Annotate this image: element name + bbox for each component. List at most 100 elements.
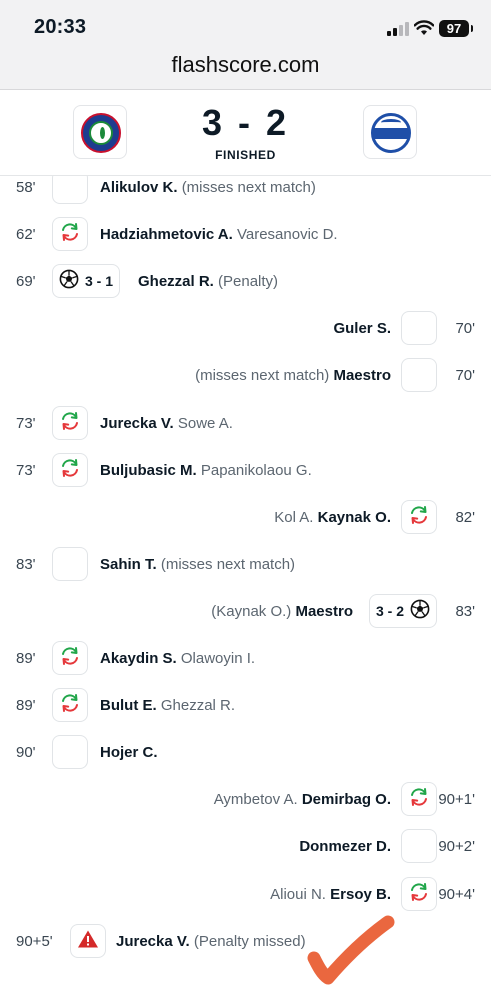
- event-text: Sahin T. (misses next match): [100, 556, 295, 573]
- event-minute: 89': [16, 697, 36, 715]
- check-mark-icon: [307, 915, 395, 985]
- event-text: Donmezer D.: [299, 838, 391, 855]
- event-icon-box[interactable]: [52, 735, 88, 770]
- player-name[interactable]: Guler S.: [333, 320, 391, 337]
- substitution-icon: [59, 410, 81, 436]
- event-minute: 90+1': [438, 791, 475, 809]
- event-row[interactable]: 83' Sahin T. (misses next match): [0, 541, 491, 588]
- event-row[interactable]: 90+5' Jurecka V. (Penalty missed): [0, 918, 491, 965]
- event-detail: Aymbetov A.: [213, 791, 298, 809]
- event-detail: (Penalty missed): [193, 932, 306, 950]
- player-name[interactable]: Jurecka V.: [116, 933, 190, 950]
- event-row[interactable]: 82' Kol A. Kaynak O.: [0, 494, 491, 541]
- event-row[interactable]: 90+4' Alioui N. Ersoy B.: [0, 871, 491, 918]
- event-minute: 82': [455, 508, 475, 526]
- player-name[interactable]: Kaynak O.: [318, 509, 391, 526]
- event-minute: 89': [16, 650, 36, 667]
- event-row[interactable]: 90+1' Aymbetov A. Demirbag O.: [0, 776, 491, 823]
- event-minute: 83': [16, 555, 36, 573]
- event-row[interactable]: 73' Buljubasic M. Papanikolaou G.: [0, 447, 491, 494]
- event-minute: 70': [455, 320, 475, 338]
- event-row[interactable]: 73' Jurecka V. Sowe A.: [0, 400, 491, 447]
- event-icon-box[interactable]: [401, 876, 437, 911]
- substitution-icon: [59, 645, 81, 671]
- event-icon-box[interactable]: [52, 641, 88, 675]
- player-name[interactable]: Ghezzal R.: [138, 273, 214, 290]
- warning-icon: [77, 929, 99, 953]
- event-text: Ghezzal R. (Penalty): [138, 273, 278, 290]
- player-name[interactable]: Buljubasic M.: [100, 462, 197, 479]
- event-minute: 73': [16, 461, 36, 479]
- player-name[interactable]: Hadziahmetovic A.: [100, 226, 233, 243]
- event-minute: 62': [16, 226, 36, 244]
- event-row[interactable]: 89' Akaydin S. Olawoyin I.: [0, 635, 491, 682]
- event-icon-box[interactable]: [52, 405, 88, 440]
- event-icon-box[interactable]: [52, 688, 88, 723]
- event-icon-box[interactable]: [52, 217, 88, 252]
- event-row[interactable]: 62' Hadziahmetovic A. Varesanovic D.: [0, 211, 491, 258]
- player-name[interactable]: Maestro: [333, 367, 391, 384]
- event-icon-box[interactable]: 3 - 2: [368, 593, 437, 628]
- player-name[interactable]: Donmezer D.: [299, 838, 391, 855]
- player-name[interactable]: Maestro: [295, 603, 353, 620]
- event-row[interactable]: 69' 3 - 1 Ghezzal R. (Penalty): [0, 258, 491, 305]
- player-name[interactable]: Bulut E.: [100, 697, 157, 714]
- match-score-header: 3 - 2 FINISHED: [0, 90, 491, 176]
- event-icon-box[interactable]: 3 - 1: [52, 264, 121, 299]
- event-minute: 83': [455, 602, 475, 620]
- event-text: Hadziahmetovic A. Varesanovic D.: [100, 226, 338, 243]
- event-text: Guler S.: [333, 320, 391, 337]
- match-status: FINISHED: [215, 148, 276, 162]
- goal-score: 3 - 1: [85, 273, 114, 290]
- wifi-icon: [414, 20, 434, 35]
- player-name[interactable]: Jurecka V.: [100, 415, 174, 432]
- event-detail: Alioui N.: [270, 885, 326, 903]
- event-text: Jurecka V. Sowe A.: [100, 415, 233, 432]
- event-icon-box[interactable]: [70, 923, 106, 958]
- goal-score: 3 - 2: [375, 602, 404, 619]
- player-name[interactable]: Akaydin S.: [100, 650, 177, 667]
- event-row[interactable]: 90+2' Donmezer D.: [0, 823, 491, 870]
- event-row[interactable]: 83' 3 - 2 (Kaynak O.) Maestro: [0, 588, 491, 635]
- event-detail: (Penalty): [218, 273, 279, 291]
- event-icon-box[interactable]: [401, 311, 437, 346]
- event-minute: 90+4': [438, 885, 475, 903]
- event-row[interactable]: 70' Guler S.: [0, 305, 491, 352]
- player-name[interactable]: Sahin T.: [100, 556, 157, 573]
- event-minute: 90+5': [16, 932, 53, 950]
- player-name[interactable]: Alikulov K.: [100, 179, 178, 196]
- event-text: Bulut E. Ghezzal R.: [100, 697, 235, 714]
- event-minute: 90+2': [438, 838, 475, 856]
- event-detail: (misses next match): [160, 555, 296, 573]
- event-text: (misses next match) Maestro: [195, 367, 391, 384]
- match-events-list: 58' Alikulov K. (misses next match) 62' Had…: [0, 164, 491, 986]
- event-row[interactable]: 90' Hojer C.: [0, 729, 491, 776]
- event-row[interactable]: 89' Bulut E. Ghezzal R.: [0, 682, 491, 729]
- event-text: Jurecka V. (Penalty missed): [116, 933, 306, 950]
- event-minute: 70': [455, 367, 475, 385]
- event-detail: Papanikolaou G.: [200, 461, 312, 479]
- event-detail: Sowe A.: [177, 414, 233, 432]
- event-text: Buljubasic M. Papanikolaou G.: [100, 462, 312, 479]
- player-name[interactable]: Ersoy B.: [330, 886, 391, 903]
- event-minute: 73': [16, 414, 36, 432]
- event-row[interactable]: 70' (misses next match) Maestro: [0, 352, 491, 399]
- event-icon-box[interactable]: [401, 358, 437, 393]
- event-detail: Olawoyin I.: [180, 650, 256, 667]
- away-team-logo[interactable]: [363, 105, 417, 159]
- substitution-icon: [408, 881, 430, 907]
- event-minute: 69': [16, 273, 36, 291]
- event-icon-box[interactable]: [401, 829, 437, 864]
- url-text[interactable]: flashscore.com: [0, 52, 491, 78]
- browser-address-bar[interactable]: flashscore.com: [0, 48, 491, 90]
- event-icon-box[interactable]: [52, 452, 88, 487]
- event-icon-box[interactable]: [401, 782, 437, 817]
- event-icon-box[interactable]: [52, 546, 88, 581]
- player-name[interactable]: Demirbag O.: [302, 791, 391, 808]
- event-detail: (misses next match): [195, 367, 330, 385]
- event-text: Hojer C.: [100, 744, 158, 761]
- event-minute: 90': [16, 744, 36, 762]
- event-icon-box[interactable]: [401, 499, 437, 534]
- player-name[interactable]: Hojer C.: [100, 744, 158, 761]
- cellular-signal-icon: [387, 22, 409, 36]
